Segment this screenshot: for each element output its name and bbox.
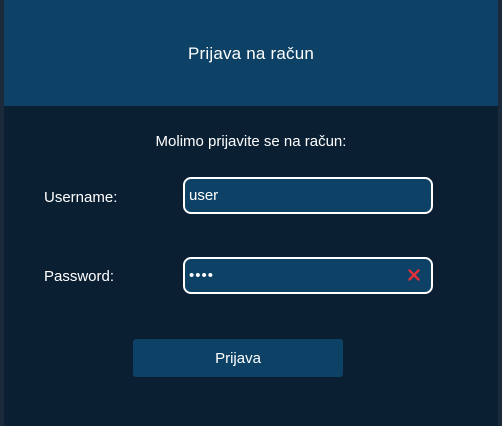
login-window: Prijava na račun Molimo prijavite se na … bbox=[0, 0, 502, 426]
clear-password-icon[interactable] bbox=[406, 267, 422, 283]
username-label: Username: bbox=[44, 189, 118, 206]
password-label: Password: bbox=[44, 268, 115, 285]
dialog-title: Prijava na račun bbox=[187, 44, 315, 63]
close-x-icon bbox=[408, 269, 420, 281]
password-input[interactable] bbox=[185, 259, 431, 292]
login-dialog: Prijava na račun Molimo prijavite se na … bbox=[4, 0, 498, 426]
password-field-box bbox=[183, 257, 433, 294]
login-submit-button[interactable]: Prijava bbox=[133, 339, 343, 377]
username-input[interactable] bbox=[185, 179, 431, 212]
username-field-box bbox=[183, 177, 433, 214]
login-prompt: Molimo prijavite se na račun: bbox=[155, 133, 347, 150]
backdrop-edge-right bbox=[498, 0, 502, 426]
dialog-header: Prijava na račun bbox=[4, 0, 498, 106]
